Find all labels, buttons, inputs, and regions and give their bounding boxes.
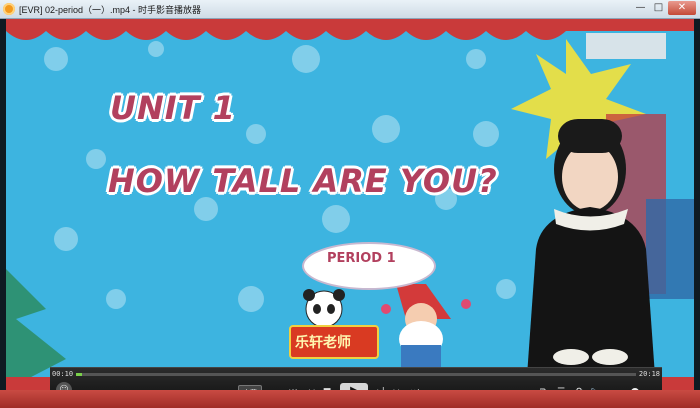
current-time: 00:10 [52, 370, 74, 378]
video-frame[interactable]: UNIT 1 HOW TALL ARE YOU? PERIOD 1 乐轩老师 0… [6, 19, 694, 390]
unit-heading: UNIT 1 [110, 89, 236, 127]
brand-sign-text: 乐轩老师 [295, 335, 351, 351]
window-title: [EVR] 02-period（一）.mp4 - 时手影音播放器 [19, 5, 202, 15]
lesson-heading: HOW TALL ARE YOU? [108, 162, 498, 200]
period-bubble [302, 242, 436, 290]
play-button[interactable]: ▶ [340, 383, 368, 390]
player-window: [EVR] 02-period（一）.mp4 - 时手影音播放器 — □ ✕ U… [0, 0, 700, 408]
minimize-button[interactable]: — [632, 1, 649, 15]
bottom-frame [0, 390, 700, 408]
app-logo-icon [3, 3, 15, 15]
user-icon[interactable]: ☺ [56, 382, 72, 390]
seek-bar-fill [76, 373, 82, 376]
title-bar[interactable]: [EVR] 02-period（一）.mp4 - 时手影音播放器 — □ ✕ [0, 0, 700, 19]
total-time: 20:18 [638, 370, 660, 378]
maximize-button[interactable]: □ [650, 1, 667, 15]
player-controls: 00:10 20:18 ☺ 字幕 ⏮ ◂◂ ■ ▶ ▸| ▸▸ ⏭ ⧉ ☰ ⚙ … [50, 367, 662, 390]
period-label: PERIOD 1 [327, 251, 396, 266]
close-button[interactable]: ✕ [668, 1, 696, 15]
seek-bar[interactable] [76, 373, 636, 376]
